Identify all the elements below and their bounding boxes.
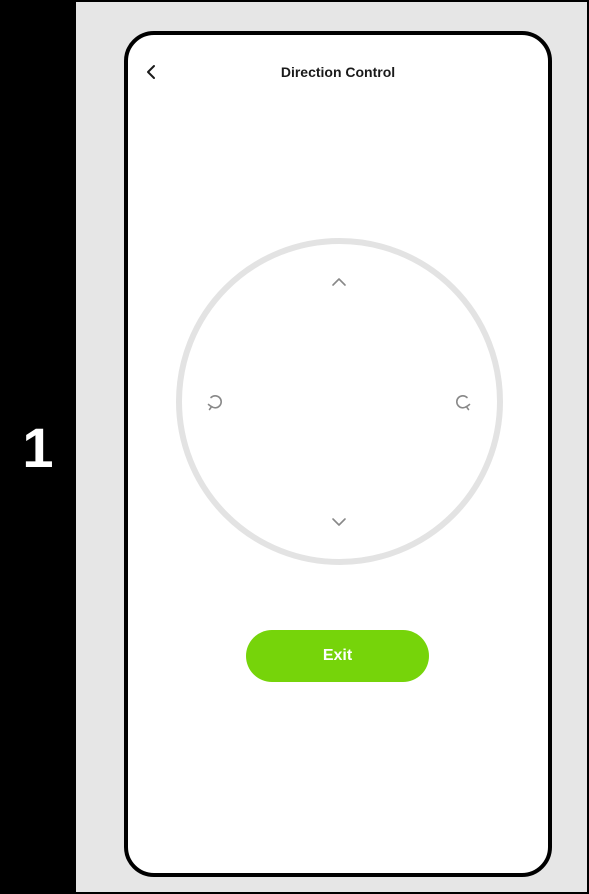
phone-screen: Direction Control Exit [124,31,552,877]
rotate-right-button[interactable] [444,382,484,422]
chevron-down-icon [332,518,346,526]
move-forward-button[interactable] [319,262,359,302]
rotate-left-button[interactable] [194,382,234,422]
screen-header: Direction Control [128,57,548,87]
page-title: Direction Control [280,64,396,80]
step-number: 1 [22,416,54,479]
move-backward-button[interactable] [319,502,359,542]
step-sidebar: 1 [0,0,76,894]
rotate-clockwise-icon [456,395,471,411]
rotate-counterclockwise-icon [207,395,222,411]
direction-pad [176,238,503,565]
chevron-up-icon [332,278,346,286]
exit-button[interactable]: Exit [246,630,429,682]
